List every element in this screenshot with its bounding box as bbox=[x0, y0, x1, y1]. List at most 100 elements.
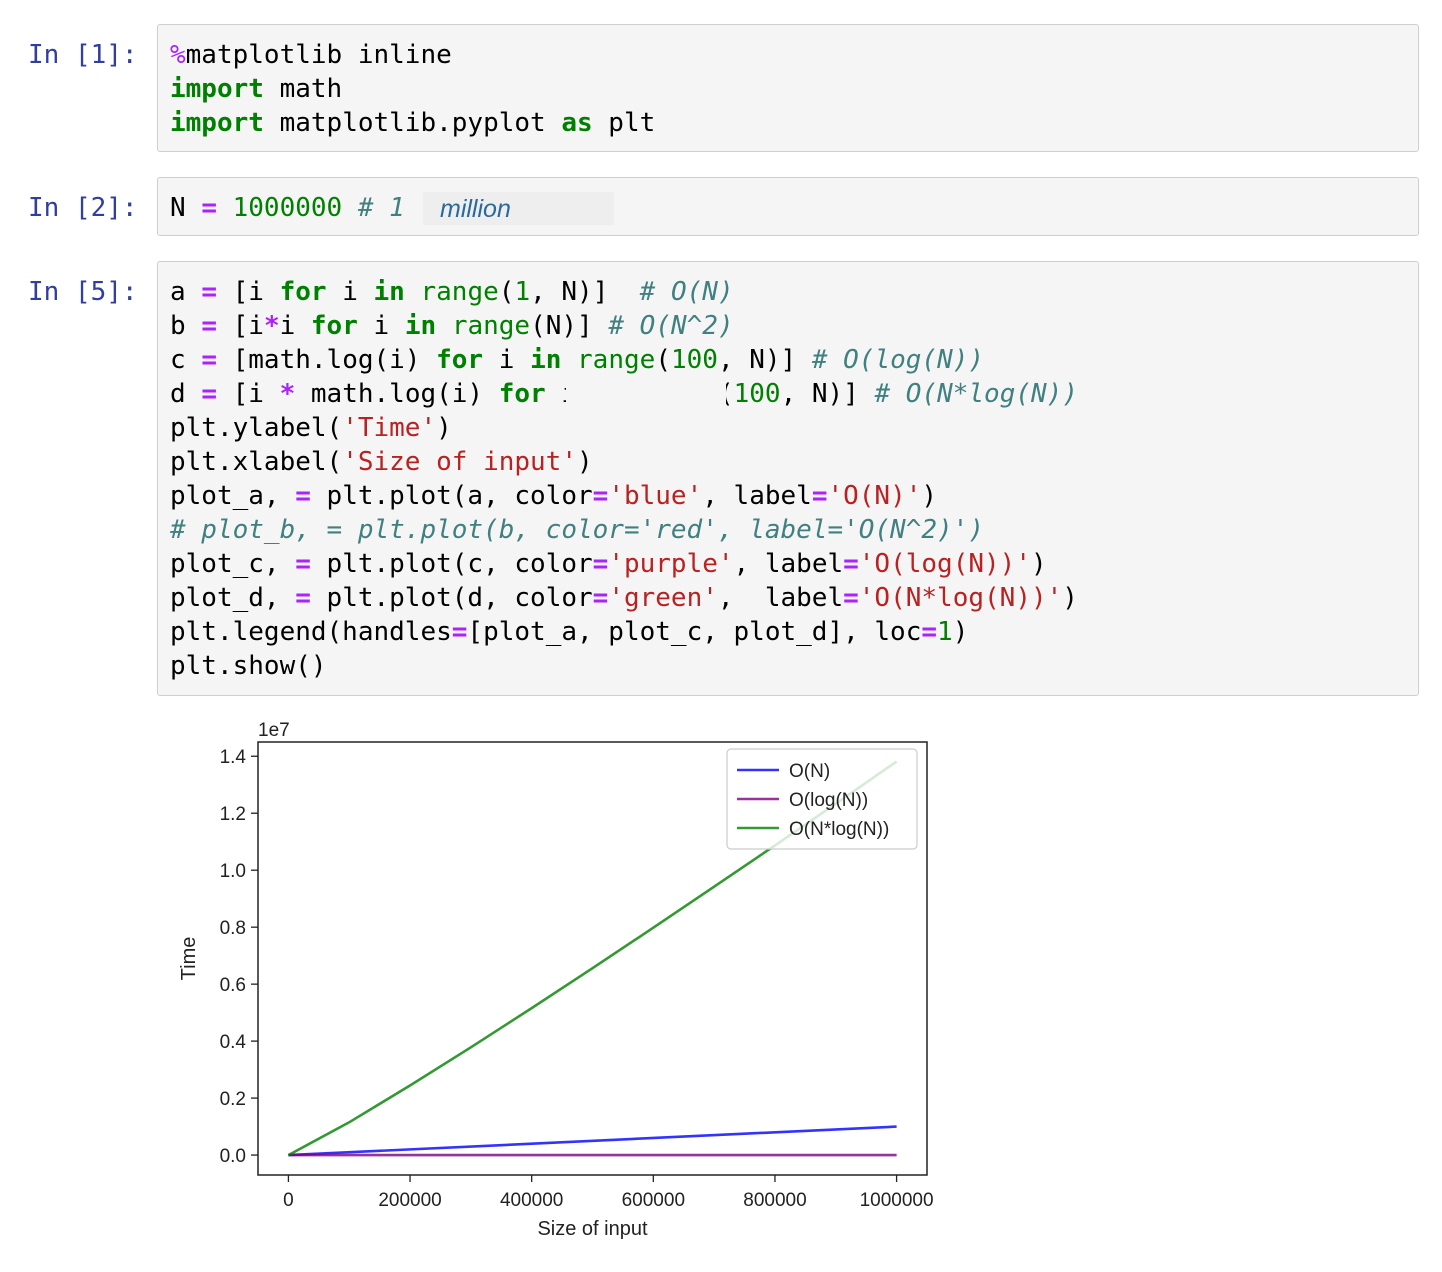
code-token: plt.ylabel( bbox=[170, 413, 343, 443]
code-token: 'O(N)' bbox=[827, 481, 922, 511]
code-token: = bbox=[201, 345, 217, 375]
code-token: # O(N^2) bbox=[608, 311, 734, 341]
code-token: # O(N) bbox=[639, 277, 734, 307]
code-token: a bbox=[170, 277, 202, 307]
y-tick-label: 0.0 bbox=[220, 1146, 246, 1167]
code-token: for bbox=[310, 311, 358, 341]
code-line: # plot_b, = plt.plot(b, color='red', lab… bbox=[170, 513, 1078, 547]
code-token: , N)] bbox=[717, 345, 812, 375]
code-token: 100 bbox=[733, 379, 781, 409]
y-offset-label: 1e7 bbox=[258, 720, 290, 741]
code-token: (N)] bbox=[530, 311, 609, 341]
code-token: math bbox=[263, 74, 343, 104]
code-token: [plot_a, plot_c, plot_d], loc bbox=[467, 617, 922, 647]
code-token: , N)] bbox=[530, 277, 640, 307]
code-line: %matplotlib inline bbox=[170, 38, 655, 72]
code-token: ) bbox=[577, 447, 593, 477]
code-token: ) bbox=[1030, 549, 1047, 579]
code-token: plt.legend(handles bbox=[170, 617, 452, 647]
code-line: plt.xlabel('Size of input') bbox=[170, 445, 1078, 479]
code-token: as bbox=[561, 108, 593, 138]
code-token: plt.plot(d, color bbox=[310, 583, 593, 613]
code-token: , label bbox=[717, 583, 844, 613]
code-token: = bbox=[295, 481, 311, 511]
legend-label: O(log(N)) bbox=[789, 790, 868, 811]
code-line: b = [i*i for i in range(N)] # O(N^2) bbox=[170, 309, 1078, 343]
code-line: N = 1000000 # 1 bbox=[170, 191, 405, 225]
x-axis-label: Size of input bbox=[537, 1218, 648, 1240]
code-line: plot_a, = plt.plot(a, color='blue', labe… bbox=[170, 479, 1078, 513]
code-cell-1-source[interactable]: %matplotlib inline import math import matp… bbox=[170, 38, 655, 140]
legend-label: O(N) bbox=[789, 761, 830, 782]
y-tick-label: 1.2 bbox=[220, 804, 246, 825]
code-token: plt.show() bbox=[170, 651, 327, 681]
x-tick-label: 1000000 bbox=[860, 1190, 934, 1211]
code-token: 1000000 bbox=[232, 193, 343, 223]
code-token: 1 bbox=[514, 277, 531, 307]
code-token: plot_c, bbox=[170, 549, 296, 579]
code-cell-3-source[interactable]: a = [i for i in range(1, N)] # O(N) b = [… bbox=[170, 275, 1078, 683]
code-token: i bbox=[326, 277, 374, 307]
code-token: ( bbox=[655, 345, 671, 375]
code-token: # 1 bbox=[357, 193, 405, 223]
code-token: [math.log(i) bbox=[216, 345, 437, 375]
code-line: c = [math.log(i) for i in range(100, N)]… bbox=[170, 343, 1078, 377]
code-token: import bbox=[170, 108, 264, 138]
code-token: , label bbox=[702, 481, 812, 511]
x-tick-label: 0 bbox=[283, 1190, 294, 1211]
code-token: = bbox=[451, 617, 468, 647]
code-token: , N)] bbox=[780, 379, 875, 409]
code-token: for bbox=[436, 345, 484, 375]
code-token: ) bbox=[952, 617, 969, 647]
code-token: = bbox=[592, 481, 609, 511]
code-cell-2-source[interactable]: N = 1000000 # 1 bbox=[170, 191, 405, 225]
cell-1-prompt: In [1]: bbox=[28, 40, 138, 70]
code-token: matplotlib inline bbox=[185, 40, 452, 70]
code-token: 'blue' bbox=[608, 481, 703, 511]
code-token: 'green' bbox=[608, 583, 718, 613]
code-token: ( bbox=[498, 277, 515, 307]
code-token: # O(N*log(N)) bbox=[874, 379, 1078, 409]
x-tick-label: 200000 bbox=[378, 1190, 441, 1211]
code-token: in bbox=[373, 277, 405, 307]
code-token: for bbox=[279, 277, 327, 307]
code-token: plot_d, bbox=[170, 583, 296, 613]
code-token: = bbox=[295, 583, 311, 613]
code-token: = bbox=[843, 549, 859, 579]
code-token: , label bbox=[733, 549, 844, 579]
code-token: * bbox=[263, 311, 280, 341]
code-token: = bbox=[592, 583, 609, 613]
code-token: 'Time' bbox=[342, 413, 437, 443]
code-token: in bbox=[530, 345, 562, 375]
x-tick-label: 600000 bbox=[622, 1190, 685, 1211]
code-token: plt.xlabel( bbox=[170, 447, 343, 477]
code-token: = bbox=[295, 549, 311, 579]
y-tick-label: 1.0 bbox=[220, 861, 246, 882]
rendering-gap bbox=[566, 378, 726, 408]
code-token: i bbox=[483, 345, 531, 375]
cell-3-prompt: In [5]: bbox=[28, 277, 138, 307]
legend-label: O(N*log(N)) bbox=[789, 819, 889, 840]
code-token: # plot_b, = plt.plot(b, color='red', lab… bbox=[170, 515, 984, 545]
code-token: 'O(N*log(N))' bbox=[858, 583, 1063, 613]
code-token: 100 bbox=[670, 345, 718, 375]
code-token: = bbox=[201, 379, 217, 409]
output-chart: 0 200000 400000 600000 800000 1000000 0.0 0.2 0.… bbox=[178, 720, 934, 1240]
code-token: i bbox=[357, 311, 405, 341]
code-token: 'purple' bbox=[608, 549, 734, 579]
y-tick-label: 0.8 bbox=[220, 918, 246, 939]
code-line: import matplotlib.pyplot as plt bbox=[170, 106, 655, 140]
code-token: ) bbox=[921, 481, 938, 511]
code-token: = bbox=[201, 311, 217, 341]
code-token: ) bbox=[436, 413, 452, 443]
code-token: plt.plot(a, color bbox=[310, 481, 593, 511]
code-token: plt bbox=[592, 108, 656, 138]
code-token: % bbox=[170, 40, 186, 70]
code-token: for bbox=[498, 379, 546, 409]
y-tick-label: 0.6 bbox=[220, 975, 246, 996]
code-token: N bbox=[170, 193, 202, 223]
code-token: [i bbox=[216, 311, 264, 341]
